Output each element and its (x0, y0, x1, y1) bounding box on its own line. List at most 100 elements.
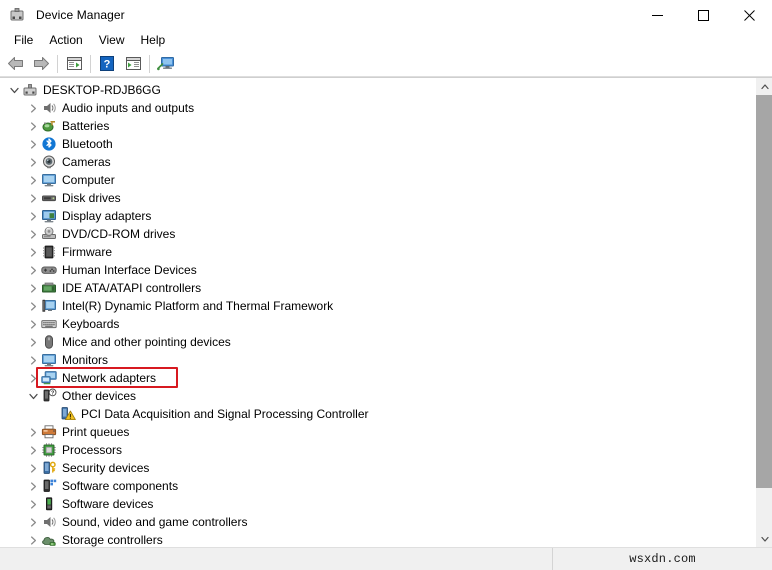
menu-view[interactable]: View (91, 31, 133, 50)
tree-item[interactable]: Display adapters (0, 207, 755, 225)
tree-item[interactable]: Computer (0, 171, 755, 189)
scrollbar-track[interactable] (756, 95, 772, 530)
chevron-right-icon[interactable] (25, 334, 41, 350)
maximize-button[interactable] (680, 0, 726, 30)
chevron-right-icon[interactable] (25, 316, 41, 332)
tree-item[interactable]: ? Other devices (0, 387, 755, 405)
properties-button[interactable] (61, 52, 87, 76)
tree-item[interactable]: Batteries (0, 117, 755, 135)
tree-item[interactable]: Firmware (0, 243, 755, 261)
tree-item[interactable]: Network adapters (0, 369, 755, 387)
chevron-right-icon[interactable] (25, 460, 41, 476)
tree-item[interactable]: Software devices (0, 495, 755, 513)
scrollbar-thumb[interactable] (756, 95, 772, 488)
vertical-scrollbar[interactable] (755, 78, 772, 547)
tree-item[interactable]: Software components (0, 477, 755, 495)
ide-controller-icon (41, 280, 57, 296)
camera-icon (41, 154, 57, 170)
back-button[interactable] (2, 52, 28, 76)
chevron-right-icon[interactable] (25, 172, 41, 188)
software-device-icon (41, 496, 57, 512)
tree-item[interactable]: Intel(R) Dynamic Platform and Thermal Fr… (0, 297, 755, 315)
chevron-right-icon[interactable] (25, 298, 41, 314)
tree-item[interactable]: Audio inputs and outputs (0, 99, 755, 117)
chevron-right-icon[interactable] (25, 478, 41, 494)
chevron-right-icon[interactable] (25, 136, 41, 152)
tree-item[interactable]: Monitors (0, 351, 755, 369)
help-button[interactable]: ? (94, 52, 120, 76)
tree-item-label: Other devices (62, 389, 137, 403)
tree-item[interactable]: Bluetooth (0, 135, 755, 153)
tree-item[interactable]: Processors (0, 441, 755, 459)
chevron-down-icon[interactable] (25, 388, 41, 404)
tree-item[interactable]: Mice and other pointing devices (0, 333, 755, 351)
bluetooth-icon (41, 136, 57, 152)
device-tree[interactable]: DESKTOP-RDJB6GG Audio inputs and outputs… (0, 78, 755, 547)
network-adapter-icon (41, 370, 57, 386)
tree-item[interactable]: Keyboards (0, 315, 755, 333)
tree-item[interactable]: DVD/CD-ROM drives (0, 225, 755, 243)
chevron-right-icon[interactable] (25, 370, 41, 386)
other-devices-icon: ? (41, 388, 57, 404)
tree-item-label: IDE ATA/ATAPI controllers (62, 281, 202, 295)
monitor-icon (41, 172, 57, 188)
menu-file[interactable]: File (6, 31, 41, 50)
minimize-button[interactable] (634, 0, 680, 30)
close-button[interactable] (726, 0, 772, 30)
tree-item[interactable]: IDE ATA/ATAPI controllers (0, 279, 755, 297)
chevron-right-icon[interactable] (25, 208, 41, 224)
tree-item-label: Display adapters (62, 209, 152, 223)
chevron-right-icon[interactable] (25, 100, 41, 116)
storage-controller-icon (41, 532, 57, 547)
display-adapter-icon (41, 208, 57, 224)
chevron-down-icon[interactable] (6, 82, 22, 98)
battery-icon (41, 118, 57, 134)
chevron-right-icon[interactable] (25, 226, 41, 242)
chevron-right-icon[interactable] (25, 118, 41, 134)
svg-text:?: ? (51, 391, 54, 397)
tree-item-label: Software components (62, 479, 179, 493)
tree-item[interactable]: Sound, video and game controllers (0, 513, 755, 531)
toolbar: ? (0, 51, 772, 77)
chevron-right-icon[interactable] (25, 352, 41, 368)
tree-item[interactable]: Print queues (0, 423, 755, 441)
tree-root-item[interactable]: DESKTOP-RDJB6GG (0, 81, 755, 99)
tree-item[interactable]: Human Interface Devices (0, 261, 755, 279)
unknown-device-warning-icon (60, 406, 76, 422)
tree-item-list: Audio inputs and outputs Batteries Bluetoo… (0, 99, 755, 547)
tree-item[interactable]: Storage controllers (0, 531, 755, 547)
scroll-up-button[interactable] (756, 78, 772, 95)
tree-item[interactable]: PCI Data Acquisition and Signal Processi… (0, 405, 755, 423)
tree-item-label: Cameras (62, 155, 111, 169)
chevron-right-icon[interactable] (25, 496, 41, 512)
chevron-right-icon[interactable] (25, 280, 41, 296)
update-driver-button[interactable] (120, 52, 146, 76)
chevron-right-icon[interactable] (25, 244, 41, 260)
chevron-right-icon[interactable] (25, 154, 41, 170)
tree-item[interactable]: Security devices (0, 459, 755, 477)
tree-item-label: Mice and other pointing devices (62, 335, 231, 349)
tree-item-label: Processors (62, 443, 123, 457)
tree-item[interactable]: Cameras (0, 153, 755, 171)
tree-root-label: DESKTOP-RDJB6GG (43, 83, 161, 97)
chevron-right-icon[interactable] (25, 514, 41, 530)
speaker-icon (41, 514, 57, 530)
tree-item[interactable]: Disk drives (0, 189, 755, 207)
scan-hardware-button[interactable] (153, 52, 179, 76)
tree-item-label: Sound, video and game controllers (62, 515, 248, 529)
chevron-right-icon[interactable] (25, 532, 41, 547)
chevron-right-icon[interactable] (25, 442, 41, 458)
tree-item-label: Security devices (62, 461, 150, 475)
status-bar: wsxdn.com (0, 547, 772, 570)
tree-item-label: Intel(R) Dynamic Platform and Thermal Fr… (62, 299, 334, 313)
tree-item-label: Disk drives (62, 191, 121, 205)
chevron-right-icon[interactable] (25, 424, 41, 440)
scroll-down-button[interactable] (756, 530, 772, 547)
svg-text:?: ? (104, 59, 111, 71)
menu-action[interactable]: Action (41, 31, 90, 50)
chevron-right-icon[interactable] (25, 262, 41, 278)
forward-button[interactable] (28, 52, 54, 76)
computer-root-icon (22, 82, 38, 98)
menu-help[interactable]: Help (133, 31, 174, 50)
chevron-right-icon[interactable] (25, 190, 41, 206)
